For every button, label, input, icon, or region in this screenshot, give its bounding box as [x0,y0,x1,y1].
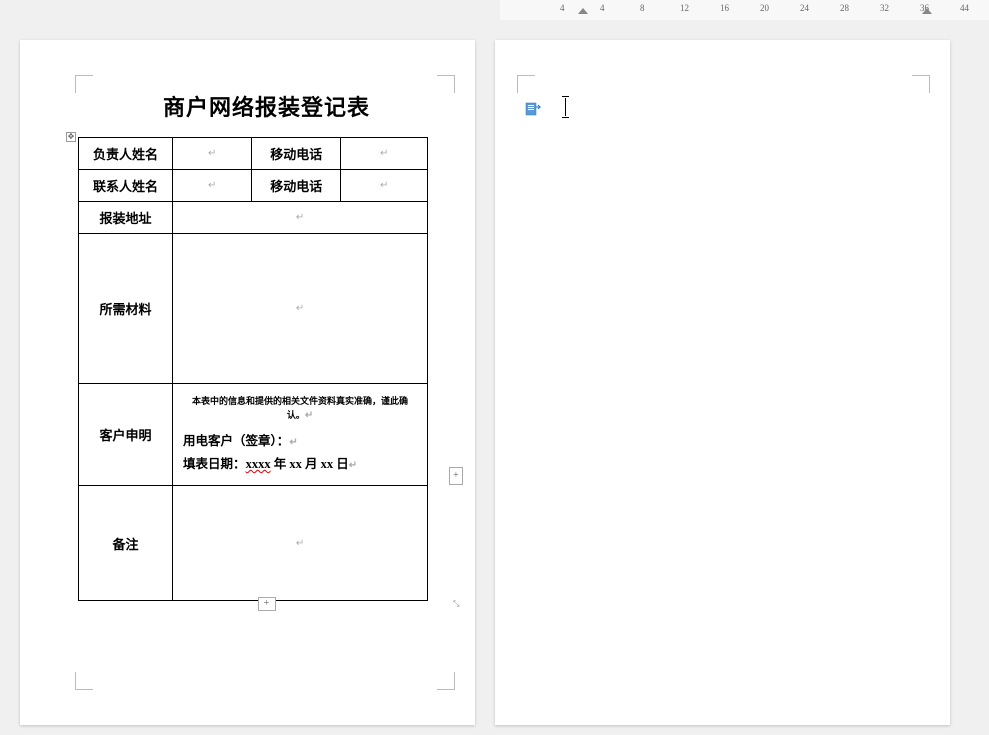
responsible-name-label[interactable]: 负责人姓名 [79,138,173,170]
remarks-label[interactable]: 备注 [79,486,173,601]
horizontal-ruler: 4 4 8 12 16 20 24 28 32 36 44 [500,0,989,20]
declaration-date-line: 填表日期：xxxx 年 xx 月 xx 日↵ [183,453,417,476]
materials-label[interactable]: 所需材料 [79,234,173,384]
ruler-mark: 44 [960,3,969,13]
address-cell[interactable]: ↵ [173,202,428,234]
contact-name-cell[interactable]: ↵ [173,170,252,202]
page-content: 商户网络报装登记表 ✥ 负责人姓名 ↵ 移动电话 ↵ 联系人姓名 ↵ 移动电话 … [78,90,455,675]
table-row: 负责人姓名 ↵ 移动电话 ↵ [79,138,428,170]
page-1[interactable]: 商户网络报装登记表 ✥ 负责人姓名 ↵ 移动电话 ↵ 联系人姓名 ↵ 移动电话 … [20,40,475,725]
page-2[interactable] [495,40,950,725]
document-title[interactable]: 商户网络报装登记表 [78,90,455,122]
table-row: 客户申明 本表中的信息和提供的相关文件资料真实准确，谨此确认。↵ 用电客户（签章… [79,384,428,486]
responsible-phone-label[interactable]: 移动电话 [252,138,341,170]
responsible-phone-cell[interactable]: ↵ [341,138,428,170]
table-row: 联系人姓名 ↵ 移动电话 ↵ [79,170,428,202]
ruler-mark: 4 [560,3,565,13]
table-resize-handle-icon[interactable]: ⤡ [453,599,461,607]
remarks-cell[interactable]: ↵ [173,486,428,601]
declaration-cell[interactable]: 本表中的信息和提供的相关文件资料真实准确，谨此确认。↵ 用电客户（签章）：↵ 填… [173,384,428,486]
ruler-mark: 12 [680,3,689,13]
text-cursor [565,98,566,116]
materials-cell[interactable]: ↵ [173,234,428,384]
indent-marker-icon[interactable] [578,8,588,16]
ruler-mark: 8 [640,3,645,13]
contact-phone-label[interactable]: 移动电话 [252,170,341,202]
form-table-wrapper: 负责人姓名 ↵ 移动电话 ↵ 联系人姓名 ↵ 移动电话 ↵ 报装地址 ↵ [78,137,455,601]
address-label[interactable]: 报装地址 [79,202,173,234]
ruler-mark: 16 [720,3,729,13]
ruler-mark: 32 [880,3,889,13]
section-break-icon[interactable] [525,102,541,118]
ruler-mark: 24 [800,3,809,13]
declaration-label[interactable]: 客户申明 [79,384,173,486]
declaration-signature-line: 用电客户（签章）：↵ [183,430,417,453]
contact-name-label[interactable]: 联系人姓名 [79,170,173,202]
table-row: 备注 ↵ [79,486,428,601]
table-row: 所需材料 ↵ [79,234,428,384]
responsible-name-cell[interactable]: ↵ [173,138,252,170]
indent-marker-icon[interactable] [922,8,932,16]
table-side-handle-icon[interactable]: + [449,467,463,485]
table-anchor-icon[interactable]: ✥ [66,132,76,142]
ruler-mark: 28 [840,3,849,13]
contact-phone-cell[interactable]: ↵ [341,170,428,202]
pages-container: 商户网络报装登记表 ✥ 负责人姓名 ↵ 移动电话 ↵ 联系人姓名 ↵ 移动电话 … [0,20,989,735]
ruler-mark: 20 [760,3,769,13]
table-row: 报装地址 ↵ [79,202,428,234]
table-bottom-handle-icon[interactable]: + [258,597,276,611]
crop-mark-icon [912,75,930,93]
crop-mark-icon [517,75,535,93]
registration-form-table[interactable]: 负责人姓名 ↵ 移动电话 ↵ 联系人姓名 ↵ 移动电话 ↵ 报装地址 ↵ [78,137,428,601]
ruler-mark: 4 [600,3,605,13]
declaration-small-text: 本表中的信息和提供的相关文件资料真实准确，谨此确认。↵ [183,394,417,424]
